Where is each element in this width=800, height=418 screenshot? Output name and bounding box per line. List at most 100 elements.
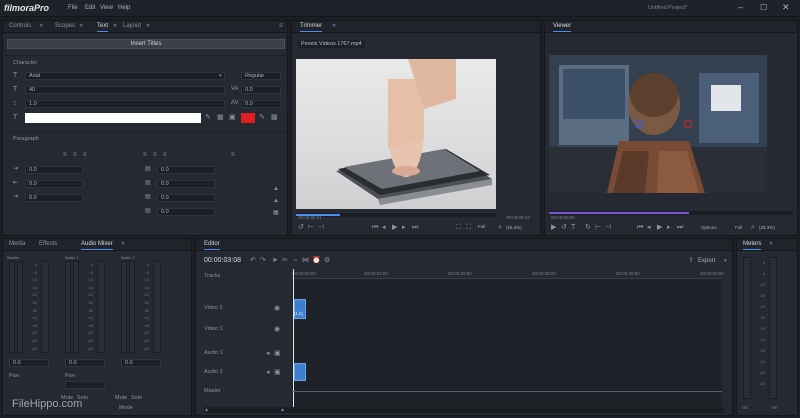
line-height-field[interactable]: 0.0 — [157, 194, 215, 202]
justify-all-icon[interactable]: ≡ — [231, 152, 235, 159]
viewer-step-fwd-icon[interactable]: ▸ — [667, 224, 671, 231]
insert-titles-button[interactable]: Insert Titles — [7, 39, 285, 49]
fader-master[interactable] — [41, 261, 49, 353]
export-button[interactable]: Export — [698, 258, 715, 264]
mode-label[interactable]: Mode — [119, 405, 133, 411]
direction-icon-3[interactable]: ▦ — [273, 210, 279, 217]
indent-right-field[interactable]: 0.0 — [25, 194, 83, 202]
export-dropdown-icon[interactable]: ▾ — [724, 258, 727, 265]
trimmer-overlay-icon[interactable]: ⛶ — [466, 224, 471, 231]
mute-button-2[interactable]: Mute — [115, 395, 127, 401]
audio2-value[interactable]: 0.0 — [121, 359, 161, 367]
maximize-icon[interactable]: ☐ — [760, 3, 767, 12]
tab-layout[interactable]: Layout — [123, 23, 141, 29]
tab-controls-close-icon[interactable]: ✕ — [39, 23, 43, 30]
indent-first-field[interactable]: 0.0 — [25, 180, 83, 188]
trimmer-scrub-track[interactable] — [296, 213, 496, 217]
justify-left-icon[interactable]: ≡ — [143, 152, 147, 159]
tab-controls[interactable]: Controls — [9, 23, 31, 29]
export-icon[interactable]: ⇪ — [688, 257, 694, 264]
redo-icon[interactable]: ↷ — [260, 257, 266, 264]
viewer-zoom[interactable]: Full — [735, 225, 742, 230]
tab-text[interactable]: Text — [97, 23, 109, 32]
tab-media[interactable]: Media — [9, 241, 25, 247]
audio1-value[interactable]: 0.0 — [65, 359, 105, 367]
track-audio1-mute-icon[interactable]: ▣ — [274, 350, 281, 357]
tab-effects[interactable]: Effects — [39, 241, 57, 247]
tab-mixer-close-icon[interactable]: ✕ — [121, 241, 125, 248]
fader-a2[interactable] — [153, 261, 161, 353]
master-value[interactable]: 0.0 — [9, 359, 49, 367]
track-audio2-speaker-icon[interactable]: ◂ — [266, 369, 270, 376]
fill-eyedropper-icon[interactable]: ✎ — [205, 114, 211, 121]
timeline-ruler[interactable]: 00:00:00:00 00:00:10:00 00:00:20:00 00:0… — [292, 269, 724, 279]
viewer-zoom-icon[interactable]: ⌕ — [751, 224, 755, 231]
trimmer-in-icon[interactable]: ⊢ — [308, 224, 314, 231]
settings-icon[interactable]: ⚙ — [324, 257, 330, 264]
tracking-field[interactable]: 0.0 — [241, 86, 281, 94]
close-icon[interactable]: ✕ — [782, 2, 790, 13]
menu-help[interactable]: Help — [118, 5, 130, 11]
track-audio2-mute-icon[interactable]: ▣ — [274, 369, 281, 376]
viewer-play-icon[interactable]: ▶ — [551, 224, 556, 231]
viewer-step-back-icon[interactable]: ◂ — [647, 224, 651, 231]
select-tool-icon[interactable]: ➤ — [272, 257, 278, 264]
audio2-clip[interactable] — [294, 363, 306, 381]
align-left-icon[interactable]: ≡ — [63, 152, 67, 159]
font-size-field[interactable]: 40 — [25, 86, 225, 94]
timeline-scrollbar[interactable]: ▲ ▲ — [204, 407, 724, 413]
viewer-loop-icon[interactable]: ↺ — [561, 224, 567, 231]
baseline-field[interactable]: 0.0 — [157, 208, 215, 216]
marker-icon[interactable]: ⏰ — [312, 257, 321, 264]
viewer-out-icon[interactable]: ⊣ — [605, 224, 611, 231]
tab-meters[interactable]: Meters — [743, 241, 762, 250]
trimmer-step-back-icon[interactable]: ◂ — [382, 224, 386, 231]
track-video1-visibility-icon[interactable]: ◉ — [274, 326, 280, 333]
align-right-icon[interactable]: ≡ — [83, 152, 87, 159]
space-after-field[interactable]: 0.0 — [157, 180, 215, 188]
trimmer-out-icon[interactable]: ⊣ — [318, 224, 324, 231]
tab-trimmer[interactable]: Trimmer — [300, 23, 323, 32]
track-audio1-speaker-icon[interactable]: ◂ — [266, 350, 270, 357]
font-dropdown-icon[interactable]: ▾ — [219, 73, 222, 80]
panel-menu-icon[interactable]: ≡ — [279, 23, 283, 30]
font-style-select[interactable]: Regular — [241, 72, 281, 80]
tab-layout-close-icon[interactable]: ✕ — [146, 23, 150, 30]
menu-file[interactable]: File — [68, 5, 78, 11]
trimmer-step-fwd-icon[interactable]: ▸ — [402, 224, 406, 231]
zoom-in-icon[interactable]: ▲ — [280, 407, 285, 414]
justify-center-icon[interactable]: ≡ — [153, 152, 157, 159]
align-center-icon[interactable]: ≡ — [73, 152, 77, 159]
stroke-eyedropper-icon[interactable]: ✎ — [259, 114, 265, 121]
tab-audio-mixer[interactable]: Audio Mixer — [81, 241, 113, 250]
viewer-pause-icon[interactable]: ▶ — [657, 224, 662, 231]
trimmer-zoom[interactable]: Full — [478, 224, 485, 229]
stroke-options-icon[interactable]: ▦ — [271, 114, 278, 121]
stroke-color-swatch[interactable] — [241, 113, 255, 123]
trimmer-play-icon[interactable]: ▶ — [392, 224, 397, 231]
kerning-field[interactable]: 0.0 — [241, 100, 281, 108]
viewer-text-icon[interactable]: T — [571, 224, 575, 231]
menu-view[interactable]: View — [100, 5, 113, 11]
minimize-icon[interactable]: – — [738, 2, 743, 12]
trimmer-zoom-icon[interactable]: ⌕ — [498, 224, 502, 231]
justify-right-icon[interactable]: ≡ — [163, 152, 167, 159]
viewer-options[interactable]: Options — [701, 225, 717, 230]
undo-icon[interactable]: ↶ — [250, 257, 256, 264]
space-before-field[interactable]: 0.0 — [157, 166, 215, 174]
tab-scopes[interactable]: Scopes — [55, 23, 75, 29]
direction-icon-1[interactable]: ▲ — [273, 186, 279, 193]
trimmer-skip-back-icon[interactable]: ⏮ — [372, 224, 378, 231]
menu-edit[interactable]: Edit — [85, 5, 95, 11]
indent-left-field[interactable]: 0.0 — [25, 166, 83, 174]
leading-field[interactable]: 1.0 — [25, 100, 225, 108]
trimmer-skip-fwd-icon[interactable]: ⏭ — [412, 224, 418, 231]
font-select[interactable]: Arial — [25, 72, 225, 80]
video2-clip[interactable] — [294, 299, 306, 319]
fill-color-swatch[interactable] — [25, 113, 201, 123]
tab-viewer[interactable]: Viewer — [553, 23, 572, 32]
viewer-skip-back-icon[interactable]: ⏮ — [637, 224, 643, 231]
fill-options-icon[interactable]: ▦ — [217, 114, 224, 121]
tab-meters-close-icon[interactable]: ✕ — [769, 241, 773, 248]
tab-scopes-close-icon[interactable]: ✕ — [79, 23, 83, 30]
